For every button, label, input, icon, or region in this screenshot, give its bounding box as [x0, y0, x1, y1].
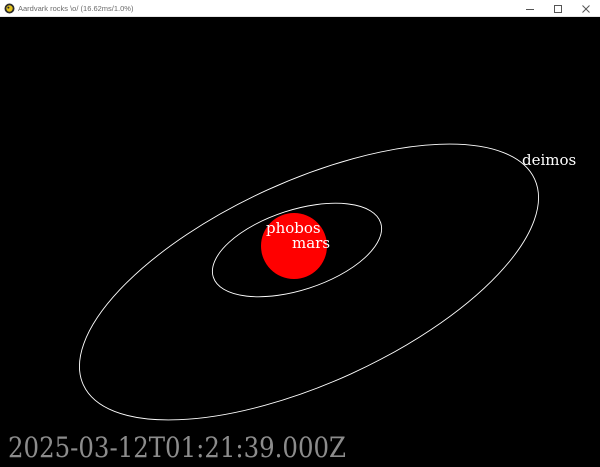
timestamp-readout: 2025-03-12T01:21:39.000Z — [8, 431, 346, 464]
orbit-scene: phobos mars deimos 2025-03-12T01:21:39.0… — [0, 17, 600, 467]
window-controls — [516, 0, 600, 17]
aardvark-icon — [3, 2, 15, 14]
maximize-icon[interactable] — [544, 0, 572, 17]
title-bar[interactable]: Aardvark rocks \o/ (16.62ms/1.0%) — [0, 0, 600, 17]
mars-label: mars — [292, 234, 330, 252]
app-window: Aardvark rocks \o/ (16.62ms/1.0%) phobos… — [0, 0, 600, 467]
render-canvas[interactable]: phobos mars deimos 2025-03-12T01:21:39.0… — [0, 17, 600, 467]
close-icon[interactable] — [572, 0, 600, 17]
deimos-label: deimos — [522, 151, 576, 169]
minimize-icon[interactable] — [516, 0, 544, 17]
window-title: Aardvark rocks \o/ (16.62ms/1.0%) — [18, 3, 134, 13]
